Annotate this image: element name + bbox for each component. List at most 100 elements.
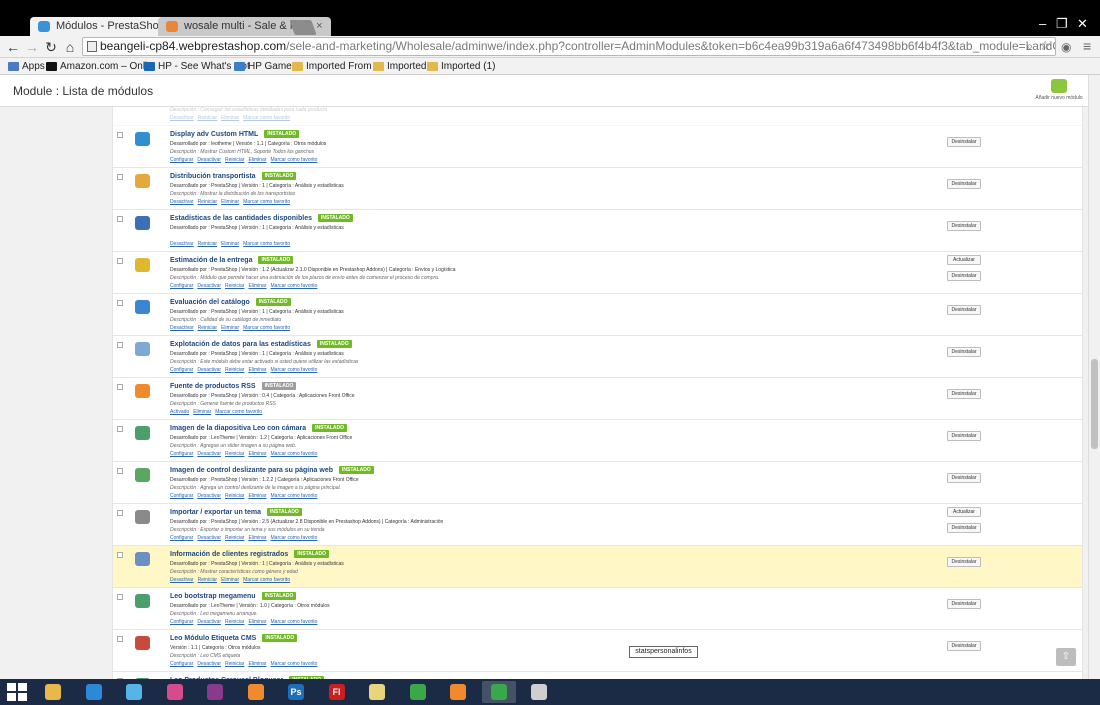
module-action-link[interactable]: Reiniciar — [225, 535, 244, 541]
module-action-link[interactable]: Desactivar — [197, 283, 221, 289]
taskbar-chrome-1[interactable] — [401, 681, 435, 703]
module-action-link[interactable]: Reiniciar — [225, 367, 244, 373]
module-action-link[interactable]: Desactivar — [170, 241, 194, 247]
reload-button[interactable]: ↻ — [42, 38, 60, 56]
module-action-link[interactable]: Eliminar — [248, 451, 266, 457]
module-action-link[interactable]: Eliminar — [221, 199, 239, 205]
module-name[interactable]: Evaluación del catálogo INSTALADO — [170, 298, 291, 306]
module-name[interactable]: Estadísticas de las cantidades disponibl… — [170, 214, 353, 222]
module-action-link[interactable]: Desactivar — [197, 535, 221, 541]
module-action-link[interactable]: Marcar como favorito — [243, 577, 290, 583]
module-select-checkbox[interactable] — [117, 384, 123, 390]
window-close-button[interactable]: ✕ — [1077, 17, 1088, 31]
module-action-link[interactable]: Eliminar — [248, 619, 266, 625]
home-button[interactable]: ⌂ — [61, 38, 79, 56]
module-action-link[interactable]: Reiniciar — [198, 115, 217, 121]
module-action-link[interactable]: Reiniciar — [225, 493, 244, 499]
taskbar-terminal-app[interactable] — [522, 681, 556, 703]
windows-start-icon[interactable] — [7, 683, 27, 701]
module-action-link[interactable]: Reiniciar — [198, 199, 217, 205]
uninstall-button[interactable]: Desinstalar — [947, 271, 981, 281]
uninstall-button[interactable]: Desinstalar — [947, 137, 981, 147]
module-action-link[interactable]: Desactivar — [170, 577, 194, 583]
module-action-link[interactable]: Marcar como favorito — [271, 367, 318, 373]
address-bar[interactable]: beangeli-cp84.webprestashop.com/sele-and… — [82, 37, 1056, 56]
module-action-link[interactable]: Marcar como favorito — [271, 283, 318, 289]
taskbar-firefox-app[interactable] — [441, 681, 475, 703]
module-action-link[interactable]: Eliminar — [193, 409, 211, 415]
taskbar-folders-app[interactable] — [360, 681, 394, 703]
bookmark-apps[interactable]: Apps — [8, 59, 45, 74]
extension-icon[interactable]: ◉ — [1061, 40, 1071, 54]
uninstall-button[interactable]: Desinstalar — [947, 557, 981, 567]
bookmark-imported-1[interactable]: Imported (1) — [427, 59, 495, 74]
module-name[interactable]: Importar / exportar un tema INSTALADO — [170, 508, 302, 516]
module-action-link[interactable]: Marcar como favorito — [271, 157, 318, 163]
module-select-checkbox[interactable] — [117, 132, 123, 138]
scrollbar-thumb[interactable] — [1091, 359, 1098, 449]
module-action-link[interactable]: Desactivar — [197, 493, 221, 499]
uninstall-button[interactable]: Desinstalar — [947, 599, 981, 609]
bookmark-hp-games[interactable]: HP Games — [234, 59, 297, 74]
bookmark-star-icon[interactable]: ☆ — [1039, 38, 1051, 54]
module-action-link[interactable]: Eliminar — [248, 661, 266, 667]
taskbar-internet-explorer[interactable] — [77, 681, 111, 703]
uninstall-button[interactable]: Desinstalar — [947, 523, 981, 533]
module-select-checkbox[interactable] — [117, 594, 123, 600]
module-action-link[interactable]: Eliminar — [248, 493, 266, 499]
module-action-link[interactable]: Eliminar — [248, 367, 266, 373]
module-action-link[interactable]: Desactivar — [170, 325, 194, 331]
add-new-module-button[interactable]: Añadir nuevo módulo — [1034, 79, 1084, 105]
module-select-checkbox[interactable] — [117, 552, 123, 558]
module-action-link[interactable]: Marcar como favorito — [271, 619, 318, 625]
module-action-link[interactable]: Configurar — [170, 367, 193, 373]
module-action-link[interactable]: Eliminar — [248, 283, 266, 289]
module-action-link[interactable]: Reiniciar — [225, 283, 244, 289]
module-action-link[interactable]: Marcar como favorito — [215, 409, 262, 415]
module-action-link[interactable]: Desactivar — [197, 367, 221, 373]
module-action-link[interactable]: Reiniciar — [198, 241, 217, 247]
module-name[interactable]: Imagen de control deslizante para su pág… — [170, 466, 374, 474]
module-select-checkbox[interactable] — [117, 510, 123, 516]
module-action-link[interactable]: Activado — [170, 409, 189, 415]
module-action-link[interactable]: Reiniciar — [225, 619, 244, 625]
back-button[interactable]: ← — [4, 38, 22, 56]
module-action-link[interactable]: Configurar — [170, 283, 193, 289]
module-select-checkbox[interactable] — [117, 216, 123, 222]
module-action-link[interactable]: Desactivar — [197, 619, 221, 625]
taskbar-flash[interactable]: Fl — [320, 681, 354, 703]
module-select-checkbox[interactable] — [117, 174, 123, 180]
module-action-link[interactable]: Desactivar — [170, 199, 194, 205]
page-scrollbar[interactable] — [1088, 75, 1100, 679]
taskbar-file-explorer[interactable] — [36, 681, 70, 703]
close-icon[interactable]: × — [316, 20, 322, 32]
module-select-checkbox[interactable] — [117, 426, 123, 432]
uninstall-button[interactable]: Desinstalar — [947, 221, 981, 231]
module-action-link[interactable]: Reiniciar — [225, 451, 244, 457]
module-action-link[interactable]: Eliminar — [221, 115, 239, 121]
uninstall-button[interactable]: Desinstalar — [947, 641, 981, 651]
module-name[interactable]: Información de clientes registrados INSTA… — [170, 550, 330, 558]
maximize-button[interactable]: ❐ — [1056, 17, 1068, 31]
module-action-link[interactable]: Eliminar — [221, 577, 239, 583]
module-action-link[interactable]: Marcar como favorito — [243, 199, 290, 205]
uninstall-button[interactable]: Desinstalar — [947, 389, 981, 399]
module-name[interactable]: Imagen de la diapositiva Leo con cámara I… — [170, 424, 347, 432]
module-action-link[interactable]: Reiniciar — [225, 157, 244, 163]
module-action-link[interactable]: Eliminar — [221, 241, 239, 247]
bookmark-imported-from-ie[interactable]: Imported From IE — [292, 59, 384, 74]
module-select-checkbox[interactable] — [117, 342, 123, 348]
module-action-link[interactable]: Configurar — [170, 535, 193, 541]
module-action-link[interactable]: Eliminar — [248, 535, 266, 541]
scroll-to-top-button[interactable]: ⇧ — [1056, 648, 1076, 666]
module-action-link[interactable]: Configurar — [170, 157, 193, 163]
uninstall-button[interactable]: Desinstalar — [947, 179, 981, 189]
bookmark-imported[interactable]: Imported — [373, 59, 426, 74]
update-button[interactable]: Actualizar — [947, 255, 981, 265]
module-action-link[interactable]: Configurar — [170, 619, 193, 625]
module-name[interactable]: Leo bootstrap megamenu INSTALADO — [170, 592, 297, 600]
module-action-link[interactable]: Desactivar — [170, 115, 194, 121]
taskbar-vlc-app[interactable] — [239, 681, 273, 703]
module-action-link[interactable]: Reiniciar — [225, 661, 244, 667]
uninstall-button[interactable]: Desinstalar — [947, 305, 981, 315]
